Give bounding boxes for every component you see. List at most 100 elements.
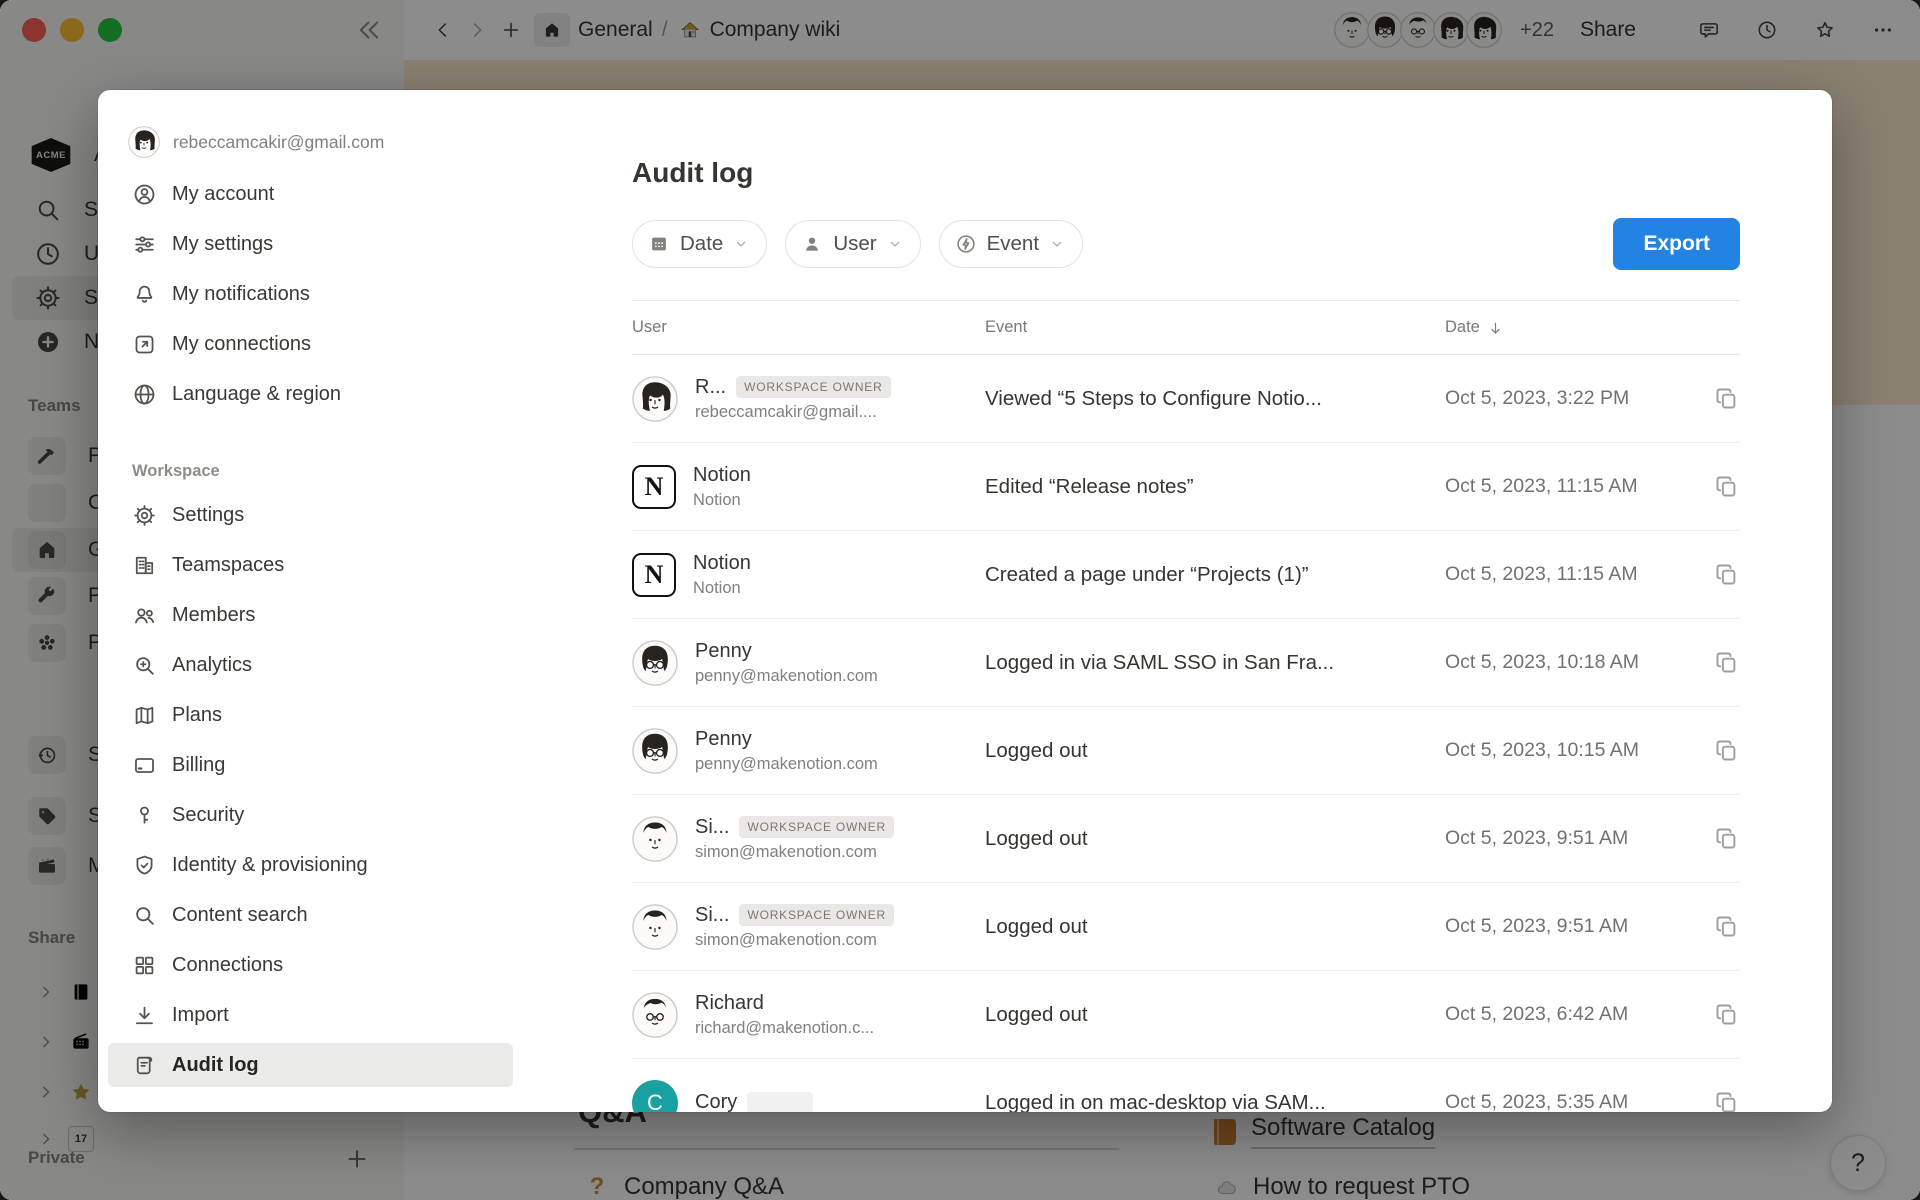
- copy-icon[interactable]: [1713, 737, 1740, 764]
- event-date: Oct 5, 2023, 6:42 AM: [1445, 1003, 1628, 1026]
- nav-item-label: Teamspaces: [172, 554, 284, 577]
- audit-log-row[interactable]: NNotionNotionEdited “Release notes”Oct 5…: [632, 443, 1740, 531]
- nav-item-label: My notifications: [172, 283, 310, 306]
- date-cell: Oct 5, 2023, 10:18 AM: [1445, 649, 1740, 676]
- filter-chips: Date User Event: [632, 220, 1083, 268]
- audit-log-row[interactable]: Pennypenny@makenotion.comLogged outOct 5…: [632, 707, 1740, 795]
- settings-sidebar: rebeccamcakir@gmail.com My account My set…: [98, 90, 523, 1112]
- user-email: simon@makenotion.com: [695, 843, 894, 862]
- settings-nav-my-settings[interactable]: My settings: [108, 222, 513, 266]
- copy-icon[interactable]: [1713, 561, 1740, 588]
- event-cell: Logged out: [985, 915, 1445, 939]
- user-cell: NNotionNotion: [632, 464, 985, 510]
- audit-log-table: User Event Date R...WORKSPACE OWNERrebec…: [632, 300, 1740, 1112]
- settings-nav-audit-log[interactable]: Audit log: [108, 1043, 513, 1087]
- user-email: penny@makenotion.com: [695, 755, 878, 774]
- copy-icon[interactable]: [1713, 385, 1740, 412]
- copy-icon[interactable]: [1713, 1001, 1740, 1028]
- filters-row: Date User Event Export: [632, 218, 1740, 270]
- avatar: [632, 904, 678, 950]
- user-name: Penny: [695, 640, 752, 663]
- event-date: Oct 5, 2023, 10:15 AM: [1445, 739, 1639, 762]
- audit-log-row[interactable]: R...WORKSPACE OWNERrebeccamcakir@gmail..…: [632, 355, 1740, 443]
- event-cell: Edited “Release notes”: [985, 475, 1445, 499]
- table-body: R...WORKSPACE OWNERrebeccamcakir@gmail..…: [632, 355, 1740, 1112]
- user-email: penny@makenotion.com: [695, 667, 878, 686]
- user-cell: Richardrichard@makenotion.c...: [632, 992, 985, 1038]
- user-cell: Penny penny@makenotion.com: [632, 640, 985, 686]
- avatar: [632, 640, 678, 686]
- settings-nav-security[interactable]: Security: [108, 793, 513, 837]
- event-cell: Logged out: [985, 827, 1445, 851]
- user-email: Notion: [693, 579, 751, 598]
- filter-chip-user[interactable]: User: [785, 220, 920, 268]
- workspace-section-heading: Workspace: [132, 462, 523, 481]
- copy-icon[interactable]: [1713, 649, 1740, 676]
- user-name: Penny: [695, 728, 752, 751]
- settings-nav-settings[interactable]: Settings: [108, 493, 513, 537]
- event-date: Oct 5, 2023, 3:22 PM: [1445, 387, 1629, 410]
- settings-nav-analytics[interactable]: Analytics: [108, 643, 513, 687]
- settings-nav-connections[interactable]: Connections: [108, 943, 513, 987]
- settings-nav-teamspaces[interactable]: Teamspaces: [108, 543, 513, 587]
- nav-item-label: Members: [172, 604, 255, 627]
- filter-chip-date[interactable]: Date: [632, 220, 767, 268]
- settings-nav-import[interactable]: Import: [108, 993, 513, 1037]
- user-cell: R...WORKSPACE OWNERrebeccamcakir@gmail..…: [632, 376, 985, 422]
- settings-nav-my-notifications[interactable]: My notifications: [108, 272, 513, 316]
- nav-item-label: My connections: [172, 333, 311, 356]
- user-email: simon@makenotion.com: [695, 931, 894, 950]
- settings-nav-language-region[interactable]: Language & region: [108, 372, 513, 416]
- copy-icon[interactable]: [1713, 825, 1740, 852]
- event-date: Oct 5, 2023, 9:51 AM: [1445, 915, 1628, 938]
- user-cell: C Cory: [632, 1080, 985, 1113]
- filter-chip-event[interactable]: Event: [939, 220, 1083, 268]
- settings-content: Audit log DateUserEvent Export User Even…: [523, 90, 1832, 1112]
- nav-item-label: Audit log: [172, 1054, 259, 1077]
- notion-logo-avatar: N: [632, 465, 676, 509]
- audit-log-row[interactable]: NNotionNotionCreated a page under “Proje…: [632, 531, 1740, 619]
- avatar: [632, 816, 678, 862]
- user-cell: Si...WORKSPACE OWNERsimon@makenotion.com: [632, 816, 985, 862]
- account-email: rebeccamcakir@gmail.com: [173, 132, 384, 153]
- settings-nav-my-account[interactable]: My account: [108, 172, 513, 216]
- settings-nav-billing[interactable]: Billing: [108, 743, 513, 787]
- audit-log-row[interactable]: Si...WORKSPACE OWNERsimon@makenotion.com…: [632, 883, 1740, 971]
- user-email: richard@makenotion.c...: [695, 1019, 874, 1038]
- nav-item-label: Content search: [172, 904, 308, 927]
- export-button[interactable]: Export: [1613, 218, 1740, 270]
- notion-app-window: General / Company wiki +22 Share Teams S…: [0, 0, 1920, 1200]
- event-date: Oct 5, 2023, 10:18 AM: [1445, 651, 1639, 674]
- avatar: [632, 376, 678, 422]
- event-date: Oct 5, 2023, 9:51 AM: [1445, 827, 1628, 850]
- account-avatar: [128, 126, 160, 158]
- date-cell: Oct 5, 2023, 11:15 AM: [1445, 561, 1740, 588]
- avatar: C: [632, 1080, 678, 1113]
- nav-item-label: Language & region: [172, 383, 341, 406]
- event-cell: Created a page under “Projects (1)”: [985, 563, 1445, 587]
- settings-nav-plans[interactable]: Plans: [108, 693, 513, 737]
- workspace-owner-badge: WORKSPACE OWNER: [739, 816, 893, 838]
- notion-logo-avatar: N: [632, 553, 676, 597]
- settings-nav-my-connections[interactable]: My connections: [108, 322, 513, 366]
- settings-nav-members[interactable]: Members: [108, 593, 513, 637]
- column-header-date[interactable]: Date: [1445, 318, 1740, 337]
- account-header: rebeccamcakir@gmail.com: [128, 122, 509, 162]
- event-cell: Logged in via SAML SSO in San Fra...: [985, 651, 1445, 675]
- audit-log-row[interactable]: Si...WORKSPACE OWNERsimon@makenotion.com…: [632, 795, 1740, 883]
- table-header: User Event Date: [632, 300, 1740, 355]
- date-cell: Oct 5, 2023, 3:22 PM: [1445, 385, 1740, 412]
- user-cell: Penny penny@makenotion.com: [632, 728, 985, 774]
- copy-icon[interactable]: [1713, 1089, 1740, 1112]
- copy-icon[interactable]: [1713, 913, 1740, 940]
- audit-log-row[interactable]: Penny penny@makenotion.com Logged in via S…: [632, 619, 1740, 707]
- account-nav-list: My account My settings My notifications My …: [108, 172, 513, 416]
- settings-nav-identity-provisioning[interactable]: Identity & provisioning: [108, 843, 513, 887]
- audit-log-row[interactable]: CCoryLogged in on mac-desktop via SAM...…: [632, 1059, 1740, 1112]
- settings-nav-content-search[interactable]: Content search: [108, 893, 513, 937]
- copy-icon[interactable]: [1713, 473, 1740, 500]
- event-date: Oct 5, 2023, 11:15 AM: [1445, 563, 1638, 586]
- audit-log-row[interactable]: Richardrichard@makenotion.c...Logged out…: [632, 971, 1740, 1059]
- chip-label: User: [833, 232, 876, 256]
- user-name: Cory: [695, 1091, 737, 1112]
